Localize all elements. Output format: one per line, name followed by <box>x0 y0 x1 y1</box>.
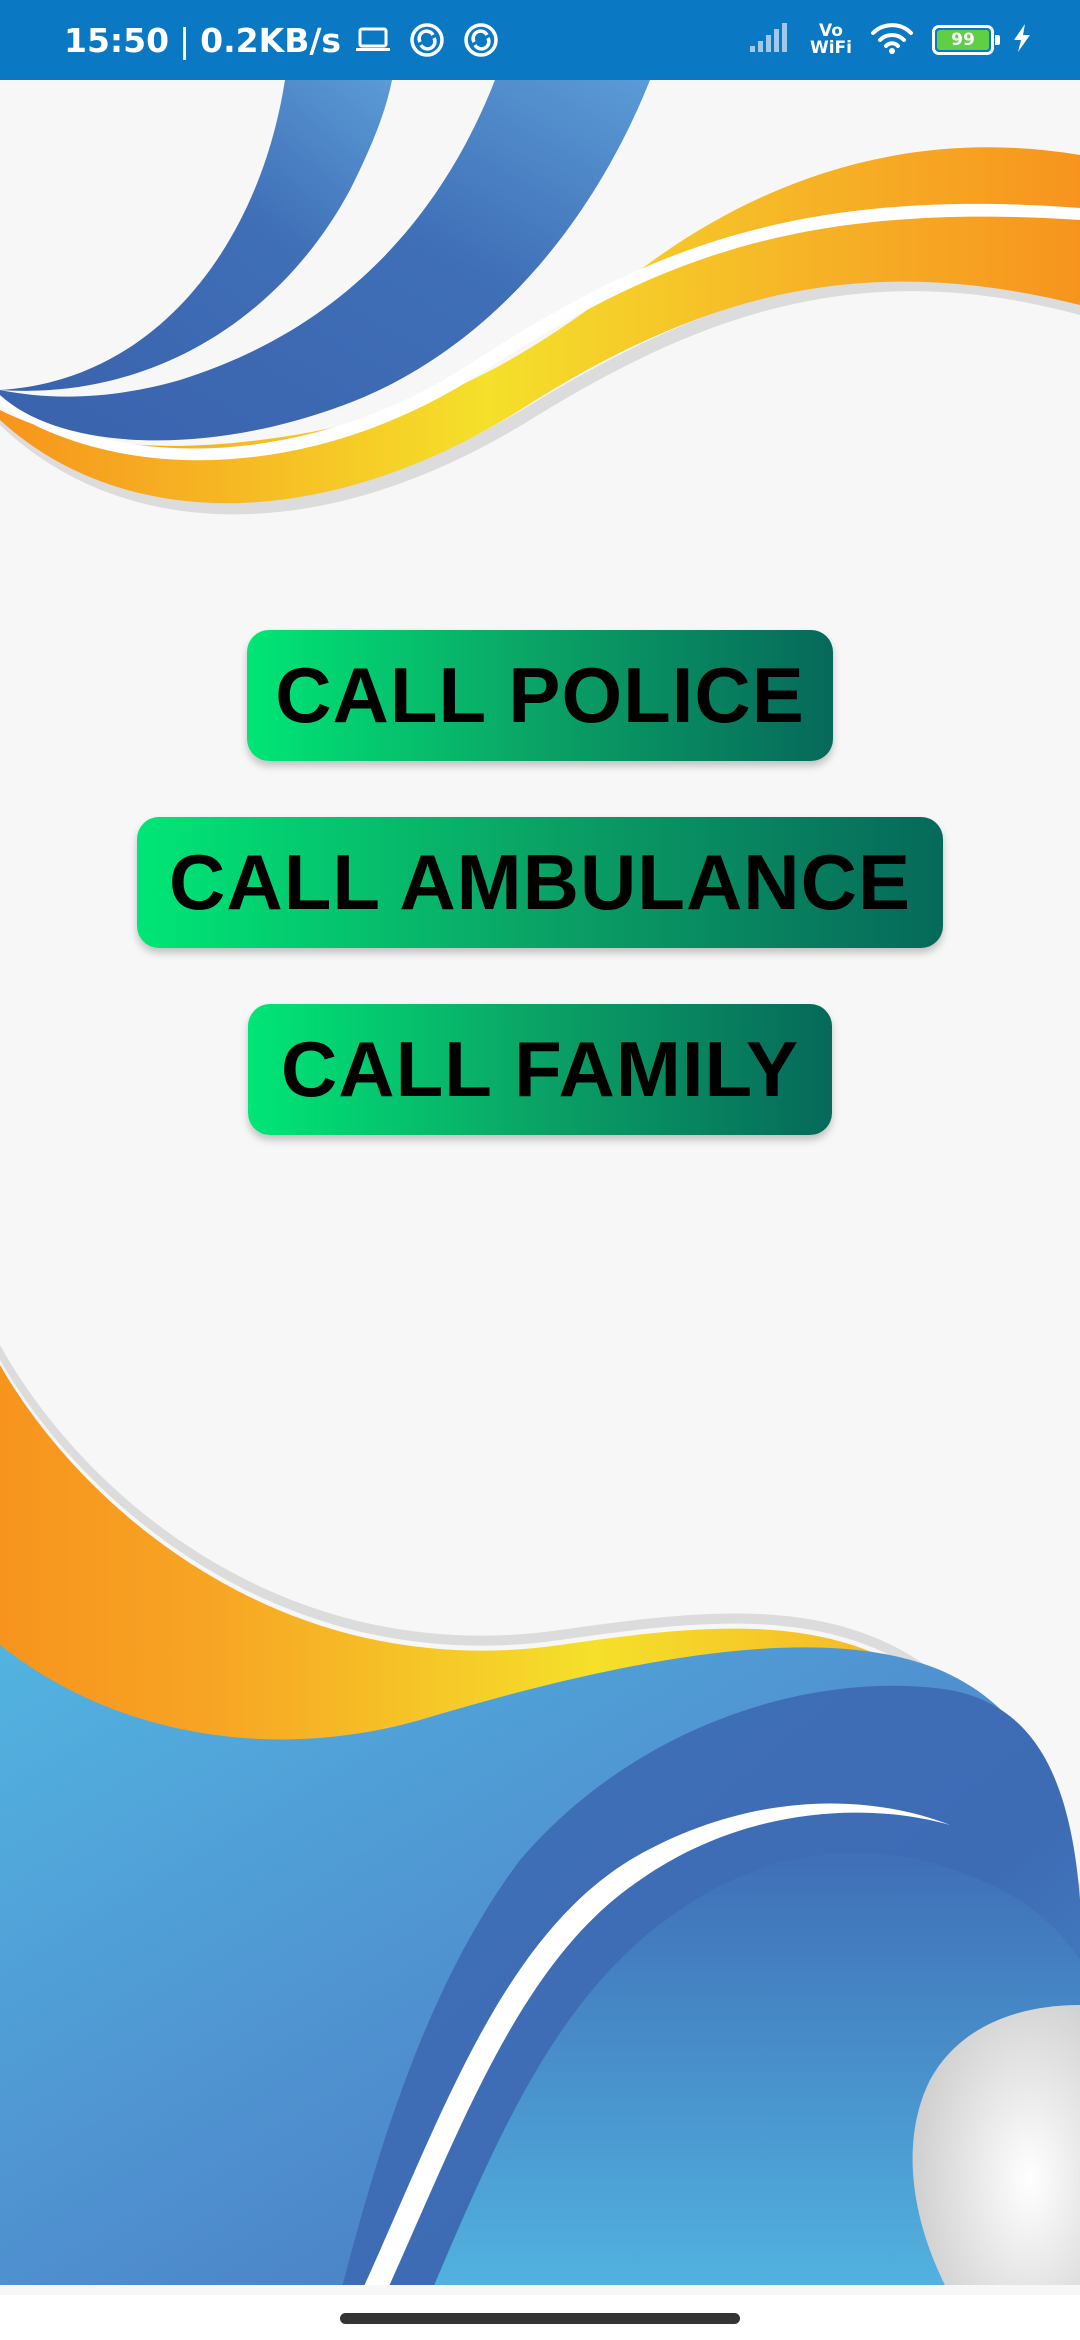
status-separator: | <box>179 20 191 60</box>
wifi-icon <box>870 21 914 60</box>
call-police-button[interactable]: CALL POLICE <box>247 630 833 761</box>
battery-level: 99 <box>937 30 989 50</box>
call-family-label: CALL FAMILY <box>280 1025 800 1113</box>
call-ambulance-label: CALL AMBULANCE <box>169 838 911 926</box>
call-family-button[interactable]: CALL FAMILY <box>248 1004 832 1135</box>
charging-icon <box>1012 23 1032 58</box>
call-police-label: CALL POLICE <box>275 651 805 739</box>
sync-icon <box>459 18 503 62</box>
vowifi-bottom-label: WiFi <box>809 38 852 58</box>
laptop-icon <box>351 18 395 62</box>
network-speed: 0.2KB/s <box>200 20 342 60</box>
call-ambulance-button[interactable]: CALL AMBULANCE <box>137 817 943 948</box>
vowifi-icon: Vo WiFi <box>810 23 852 57</box>
signal-icon <box>748 22 792 59</box>
status-bar: 15:50 | 0.2KB/s Vo WiFi 99 <box>0 0 1080 80</box>
status-right: Vo WiFi 99 <box>748 0 1032 80</box>
home-indicator[interactable] <box>340 2313 740 2324</box>
bottom-wave-decoration <box>0 1345 1080 2295</box>
top-wave-decoration <box>0 80 1080 515</box>
sync-icon <box>405 18 449 62</box>
status-left: 15:50 | 0.2KB/s <box>64 0 503 80</box>
clock: 15:50 <box>64 20 170 60</box>
battery-icon: 99 <box>932 25 1000 55</box>
